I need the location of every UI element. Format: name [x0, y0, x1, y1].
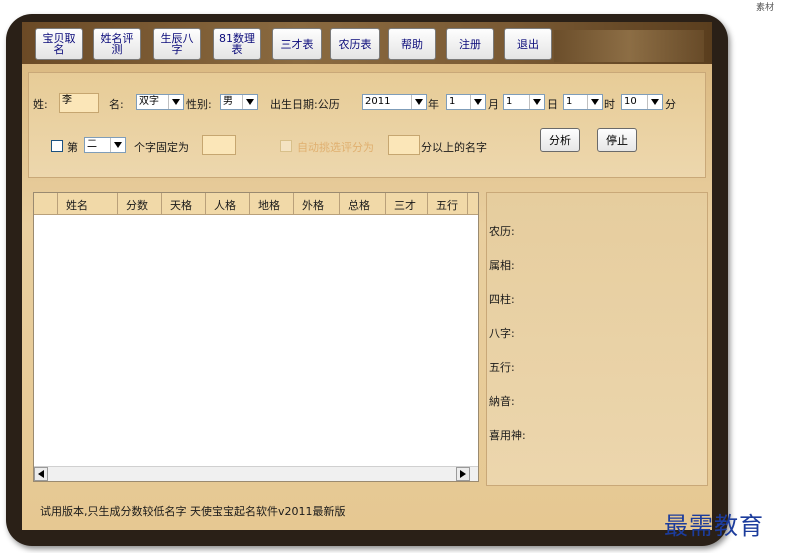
chevron-down-icon	[110, 138, 125, 152]
gender-select[interactable]: 男	[220, 94, 258, 110]
column-header-waige[interactable]: 外格	[294, 193, 340, 215]
lunar-label: 农历:	[489, 225, 515, 238]
hour-select[interactable]: 1	[563, 94, 603, 110]
fix-position-value: 二	[87, 139, 97, 150]
minute-select[interactable]: 10	[621, 94, 663, 110]
day-select[interactable]: 1	[503, 94, 545, 110]
chevron-down-icon	[587, 95, 602, 109]
surname-input[interactable]: 李	[59, 93, 99, 113]
input-panel	[28, 72, 706, 178]
auto-pick-checkbox[interactable]	[280, 140, 292, 152]
name-type-select[interactable]: 双字	[136, 94, 184, 110]
column-header-name[interactable]: 姓名	[58, 193, 118, 215]
zodiac-label: 属相:	[489, 259, 515, 272]
birth-info-panel: 农历: 属相: 四柱: 八字: 五行: 納音: 喜用神:	[486, 192, 708, 486]
help-button[interactable]: 帮助	[388, 28, 436, 60]
column-header-dige[interactable]: 地格	[250, 193, 294, 215]
baby-naming-button[interactable]: 宝贝取 名	[35, 28, 83, 60]
fix-char-checkbox[interactable]	[51, 140, 63, 152]
four-pillars-label: 四柱:	[489, 293, 515, 306]
day-value: 1	[506, 96, 513, 107]
status-bar-text: 试用版本,只生成分数较低名字 天使宝宝起名软件v2011最新版	[40, 505, 346, 518]
month-unit: 月	[488, 98, 499, 111]
stop-button[interactable]: 停止	[597, 128, 637, 152]
chevron-down-icon	[168, 95, 183, 109]
five-elements-label: 五行:	[489, 361, 515, 374]
auto-pick-suffix-label: 分以上的名字	[421, 141, 487, 154]
name-type-value: 双字	[139, 96, 159, 107]
analyze-button[interactable]: 分析	[540, 128, 580, 152]
year-unit: 年	[428, 98, 439, 111]
column-header-score[interactable]: 分数	[118, 193, 162, 215]
column-header-renge[interactable]: 人格	[206, 193, 250, 215]
chevron-down-icon	[529, 95, 544, 109]
birth-date-label: 出生日期:公历	[270, 98, 340, 111]
fix-suffix-label: 个字固定为	[134, 141, 189, 154]
corner-text: 素材	[756, 3, 775, 13]
chevron-down-icon	[647, 95, 662, 109]
header-filler	[468, 193, 478, 215]
scroll-left-icon[interactable]	[34, 467, 48, 481]
column-header-wuxing[interactable]: 五行	[428, 193, 468, 215]
month-value: 1	[449, 96, 456, 107]
year-select[interactable]: 2011	[362, 94, 427, 110]
month-select[interactable]: 1	[446, 94, 486, 110]
chevron-down-icon	[242, 95, 257, 109]
scroll-right-icon[interactable]	[456, 467, 470, 481]
name-label: 名:	[109, 98, 124, 111]
brand-watermark: 最需教育	[664, 512, 764, 540]
nayin-label: 納音:	[489, 395, 515, 408]
minute-unit: 分	[665, 98, 676, 111]
column-header-tiange[interactable]: 天格	[162, 193, 206, 215]
auto-pick-score-input[interactable]	[388, 135, 420, 155]
birth-bazi-button[interactable]: 生辰八 字	[153, 28, 201, 60]
chevron-down-icon	[470, 95, 485, 109]
hour-unit: 时	[604, 98, 615, 111]
row-selector-header	[34, 193, 58, 215]
surname-label: 姓:	[33, 98, 48, 111]
horizontal-scrollbar[interactable]	[34, 466, 478, 481]
name-evaluation-button[interactable]: 姓名评 测	[93, 28, 141, 60]
auto-pick-label: 自动挑选评分为	[297, 141, 374, 154]
hour-value: 1	[566, 96, 573, 107]
register-button[interactable]: 注册	[446, 28, 494, 60]
bazi-label: 八字:	[489, 327, 515, 340]
fix-prefix-label: 第	[67, 141, 78, 154]
lunar-calendar-button[interactable]: 农历表	[330, 28, 380, 60]
fix-position-select[interactable]: 二	[84, 137, 126, 153]
year-value: 2011	[365, 96, 391, 107]
results-table[interactable]: 姓名 分数 天格 人格 地格 外格 总格 三才 五行	[33, 192, 479, 482]
gender-value: 男	[223, 96, 233, 107]
numerology-81-button[interactable]: 81数理 表	[213, 28, 261, 60]
fix-char-input[interactable]	[202, 135, 236, 155]
gender-label: 性别:	[186, 98, 212, 111]
favorable-god-label: 喜用神:	[489, 429, 526, 442]
toolbar-logo	[554, 30, 704, 62]
minute-value: 10	[624, 96, 637, 107]
day-unit: 日	[547, 98, 558, 111]
column-header-sancai[interactable]: 三才	[386, 193, 428, 215]
chevron-down-icon	[411, 95, 426, 109]
three-talents-button[interactable]: 三才表	[272, 28, 322, 60]
exit-button[interactable]: 退出	[504, 28, 552, 60]
column-header-zongge[interactable]: 总格	[340, 193, 386, 215]
